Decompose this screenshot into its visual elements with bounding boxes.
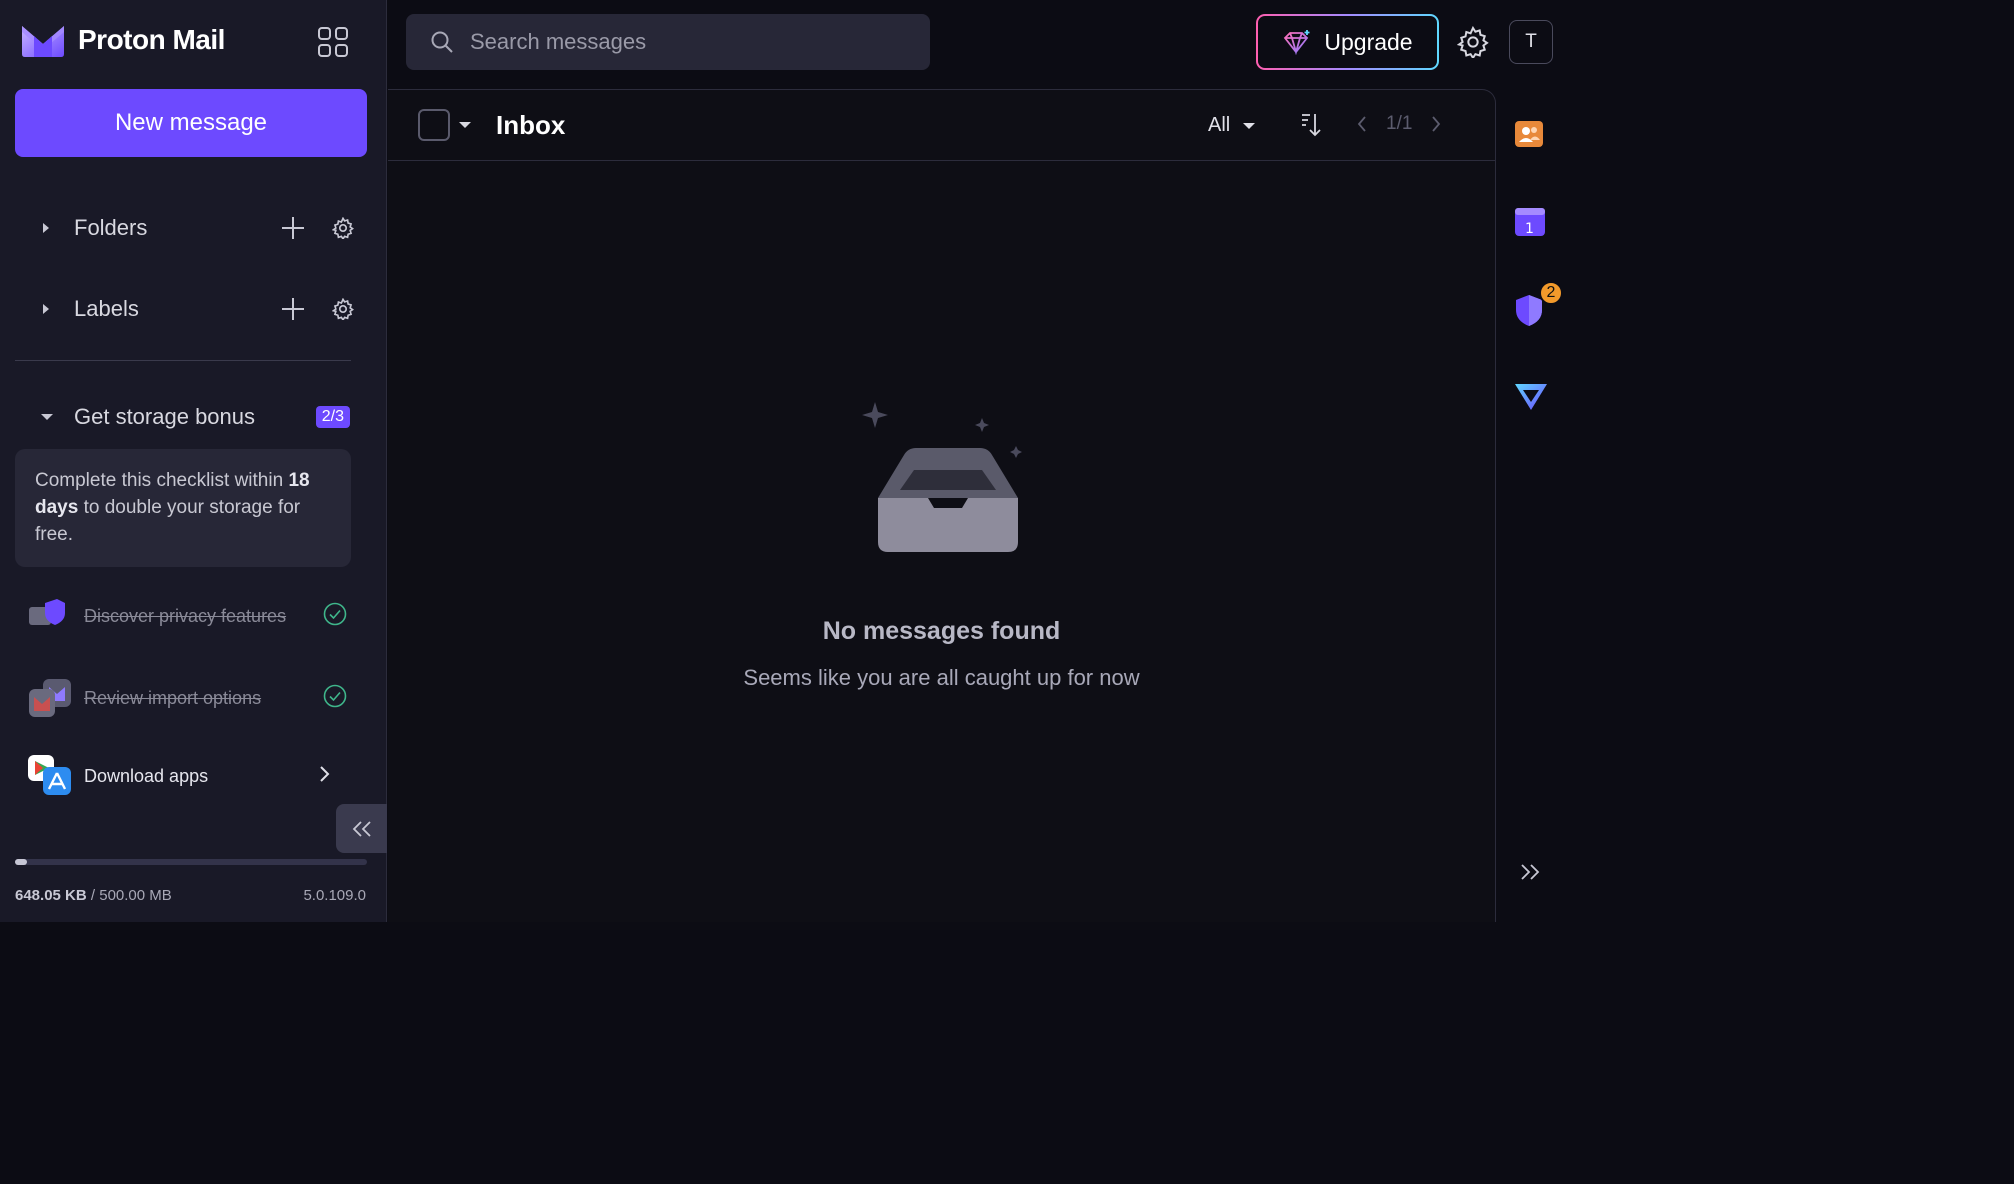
sort-icon[interactable] [1300,112,1324,138]
chevron-right-icon[interactable] [317,764,331,789]
user-avatar-button[interactable]: T [1509,20,1553,64]
select-options-caret-down-icon[interactable] [458,119,472,131]
app-window: Proton Mail New message Folders Labels G… [0,0,1568,922]
upgrade-button-inner: Upgrade [1258,16,1437,68]
caret-right-icon[interactable] [40,221,62,235]
add-folder-plus-icon[interactable] [281,216,305,240]
caret-down-icon[interactable] [40,411,62,423]
import-options-icon [27,675,73,721]
proton-mail-logo-icon [22,26,64,57]
storage-usage-bar [15,859,367,865]
checklist-item-label: Review import options [84,688,262,708]
empty-state-subtitle: Seems like you are all caught up for now [743,665,1140,690]
caret-right-icon[interactable] [40,302,62,316]
upgrade-label: Upgrade [1324,28,1413,55]
chevron-right-icon[interactable] [1430,114,1442,134]
folders-gear-icon[interactable] [331,216,355,240]
diamond-icon [1284,30,1310,55]
message-list-toolbar: Inbox All 1/1 [388,90,1495,161]
storage-usage-fill [15,859,27,865]
storage-bonus-title: Get storage bonus [74,404,256,429]
new-message-button[interactable]: New message [15,89,367,157]
vpn-icon [1515,384,1547,410]
checklist-item-download-apps[interactable]: Download apps [27,753,347,799]
pagination: 1/1 [1356,113,1442,135]
filter-dropdown[interactable]: All [1208,114,1256,137]
upgrade-button[interactable]: Upgrade [1256,14,1439,70]
select-all-checkbox[interactable] [418,109,450,141]
checklist-info-card: Complete this checklist within 18 days t… [15,449,351,567]
download-apps-icon [27,753,73,799]
security-notification-badge: 2 [1539,281,1563,305]
contacts-icon [1515,121,1543,147]
vpn-app-button[interactable] [1513,380,1549,416]
storage-usage-text: 648.05 KB / 500.00 MB [15,887,172,904]
brand-name: Proton Mail [78,24,225,55]
chevron-left-icon[interactable] [1356,114,1368,134]
add-label-plus-icon[interactable] [281,297,305,321]
search-icon [431,31,453,53]
apps-grid-icon[interactable] [317,26,349,58]
check-circle-icon [323,602,347,631]
page-indicator: 1/1 [1386,113,1413,134]
collapse-sidebar-button[interactable] [336,804,387,853]
search-bar[interactable] [406,14,930,70]
empty-state-title: No messages found [822,617,1061,645]
checklist-item-import[interactable]: Review import options [27,675,347,721]
calendar-app-button[interactable]: 1 [1513,206,1549,242]
brand-logo[interactable]: Proton Mail [20,22,225,58]
search-input[interactable] [470,29,890,55]
folders-label: Folders [74,215,148,240]
folders-section[interactable]: Folders [15,203,355,253]
calendar-icon: 1 [1515,208,1545,237]
check-circle-icon [323,684,347,713]
storage-used: 648.05 KB [15,887,87,904]
page-title: Inbox [496,110,566,140]
empty-inbox-illustration [388,390,1495,565]
settings-gear-icon[interactable] [1457,26,1489,58]
calendar-day: 1 [1525,221,1534,237]
storage-separator: / [86,887,100,904]
inbox-icon [861,402,1022,552]
checklist-item-label: Download apps [84,766,209,786]
security-app-button[interactable]: 2 [1513,281,1563,329]
double-chevron-right-icon[interactable] [1519,863,1541,881]
filter-value: All [1208,114,1231,136]
labels-label: Labels [74,296,139,321]
double-chevron-left-icon [352,820,371,837]
storage-total: 500.00 MB [99,887,172,904]
checklist-item-privacy[interactable]: Discover privacy features [27,593,347,639]
checklist-item-label: Discover privacy features [84,606,287,626]
caret-down-icon [1243,122,1256,129]
right-app-rail: 1 2 [1497,89,1568,922]
sidebar: Proton Mail New message Folders Labels G… [0,0,387,922]
sidebar-divider [15,360,351,361]
storage-bonus-progress-badge: 2/3 [315,406,350,428]
checklist-card-text-pre: Complete this checklist within [35,470,289,491]
message-list-panel: Inbox All 1/1 No messages found Seems li… [388,89,1496,922]
contacts-app-button[interactable] [1513,119,1549,155]
labels-gear-icon[interactable] [331,297,355,321]
app-version: 5.0.109.0 [303,887,366,904]
storage-bonus-header[interactable]: Get storage bonus 2/3 [15,392,355,442]
labels-section[interactable]: Labels [15,284,355,334]
privacy-features-icon [27,593,73,639]
